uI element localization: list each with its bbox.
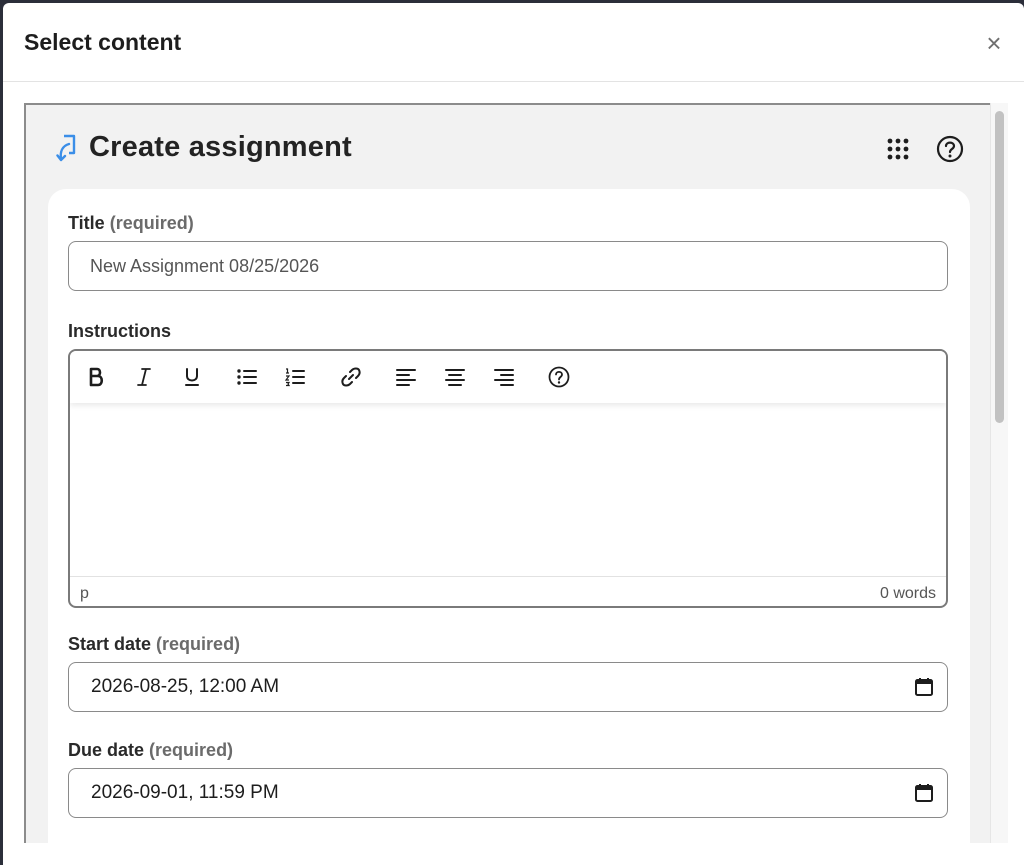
bold-button[interactable] <box>82 363 110 391</box>
help-icon <box>548 366 570 388</box>
instructions-editor: p 0 words <box>68 349 948 608</box>
word-count: 0 words <box>879 585 936 602</box>
page-title: Create assignment <box>89 131 352 163</box>
italic-button[interactable] <box>130 363 158 391</box>
assignment-form-card: Title (required) Instructions <box>48 189 970 865</box>
apps-grid-icon[interactable] <box>886 137 910 161</box>
editor-help-button[interactable] <box>545 363 573 391</box>
frame-scrollbar[interactable] <box>990 103 1008 863</box>
element-path[interactable]: p <box>80 585 89 603</box>
select-content-modal: Select content × Create assignment Title… <box>3 3 1024 865</box>
title-label: Title (required) <box>68 213 194 234</box>
align-right-button[interactable] <box>490 363 518 391</box>
start-date-label: Start date (required) <box>68 634 240 655</box>
link-icon <box>341 367 361 387</box>
align-left-icon <box>396 369 416 386</box>
modal-bottom-edge <box>3 843 1024 865</box>
content-frame: Create assignment Title (required) Inst <box>24 103 994 865</box>
start-date-value: 2026-08-25, 12:00 AM <box>91 676 280 697</box>
due-date-label: Due date (required) <box>68 740 233 761</box>
bullet-list-button[interactable] <box>233 363 261 391</box>
modal-header: Select content × <box>3 3 1024 82</box>
title-label-text: Title <box>68 213 105 233</box>
scrollbar-thumb[interactable] <box>995 111 1004 423</box>
instructions-text-area[interactable] <box>70 403 946 575</box>
align-right-icon <box>494 369 514 386</box>
numbered-list-icon <box>284 368 305 387</box>
calendar-icon[interactable] <box>913 782 935 804</box>
page-header: Create assignment <box>26 105 992 189</box>
title-required-note: (required) <box>109 213 194 233</box>
start-date-label-text: Start date <box>68 634 152 654</box>
bold-icon <box>89 367 104 387</box>
assignment-icon <box>56 134 76 162</box>
align-center-button[interactable] <box>441 363 469 391</box>
calendar-icon[interactable] <box>913 676 935 698</box>
due-date-label-text: Due date <box>68 740 145 760</box>
due-date-input[interactable]: 2026-09-01, 11:59 PM <box>68 768 948 818</box>
underline-icon <box>185 368 199 386</box>
link-button[interactable] <box>337 363 365 391</box>
close-button[interactable]: × <box>980 29 1008 57</box>
start-date-input[interactable]: 2026-08-25, 12:00 AM <box>68 662 948 712</box>
due-date-required-note: (required) <box>149 740 234 760</box>
numbered-list-button[interactable] <box>281 363 309 391</box>
title-input[interactable] <box>68 241 948 291</box>
italic-icon <box>137 368 151 386</box>
instructions-label: Instructions <box>68 321 172 341</box>
modal-title: Select content <box>24 29 182 55</box>
editor-status-bar: p 0 words <box>70 576 946 606</box>
help-circle-icon[interactable] <box>936 135 964 163</box>
due-date-value: 2026-09-01, 11:59 PM <box>91 782 279 803</box>
start-date-required-note: (required) <box>156 634 241 654</box>
align-left-button[interactable] <box>392 363 420 391</box>
underline-button[interactable] <box>178 363 206 391</box>
bullet-list-icon <box>237 369 257 385</box>
align-center-icon <box>445 369 465 386</box>
editor-toolbar <box>70 351 946 403</box>
